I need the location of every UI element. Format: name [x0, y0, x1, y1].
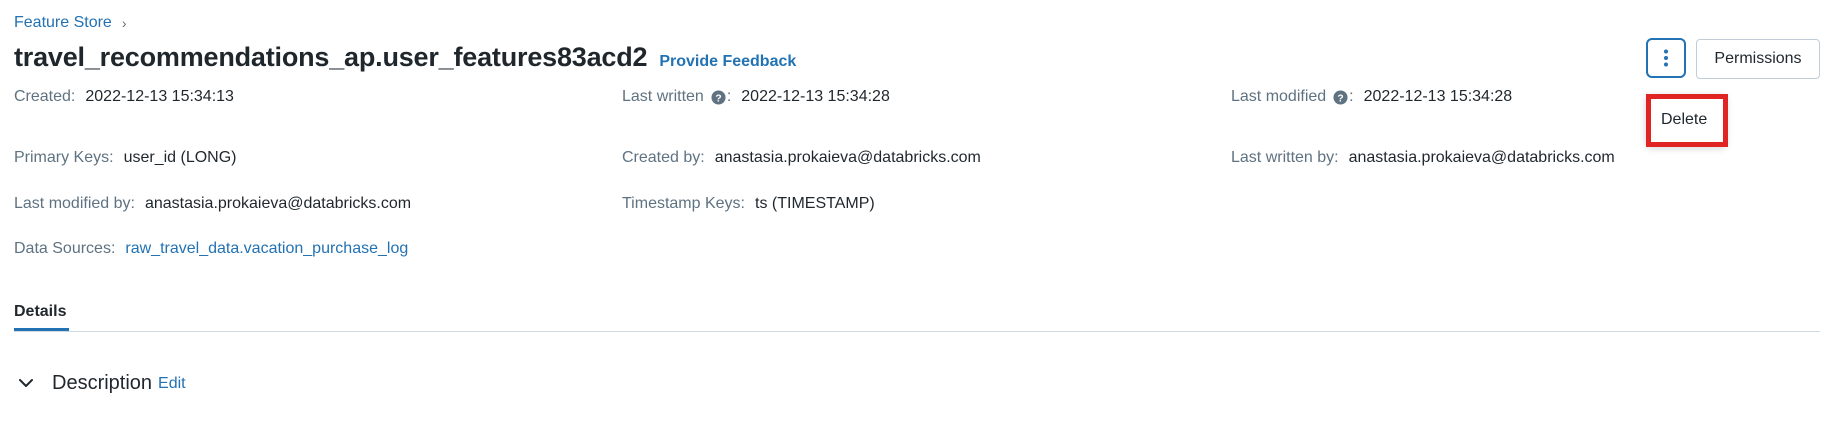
- timestamp-keys-value: ts (TIMESTAMP): [755, 195, 875, 212]
- last-written-label: Last written: [622, 88, 704, 105]
- last-written-by-value: anastasia.prokaieva@databricks.com: [1348, 149, 1615, 166]
- timestamp-keys-field: Timestamp Keys: ts (TIMESTAMP): [622, 195, 875, 213]
- chevron-down-icon[interactable]: [18, 375, 34, 393]
- breadcrumb: Feature Store ›: [14, 14, 127, 32]
- last-modified-label: Last modified: [1231, 88, 1327, 105]
- created-by-label: Created by:: [622, 149, 705, 166]
- created-value: 2022-12-13 15:34:13: [85, 88, 234, 105]
- created-field: Created: 2022-12-13 15:34:13: [14, 88, 234, 106]
- last-modified-by-value: anastasia.prokaieva@databricks.com: [144, 195, 412, 212]
- title-row: travel_recommendations_ap.user_features8…: [14, 42, 796, 73]
- data-source-link[interactable]: raw_travel_data.vacation_purchase_log: [125, 240, 408, 258]
- permissions-button[interactable]: Permissions: [1696, 39, 1820, 79]
- edit-description-link[interactable]: Edit: [158, 375, 186, 393]
- created-by-value: anastasia.prokaieva@databricks.com: [714, 149, 981, 166]
- more-actions-button[interactable]: [1646, 38, 1686, 78]
- last-written-by-label: Last written by:: [1231, 149, 1339, 166]
- question-circle-icon[interactable]: ?: [711, 89, 726, 105]
- primary-keys-field: Primary Keys: user_id (LONG): [14, 149, 237, 167]
- delete-menu-item[interactable]: Delete: [1661, 111, 1707, 129]
- last-modified-value: 2022-12-13 15:34:28: [1363, 88, 1513, 105]
- breadcrumb-separator-icon: ›: [121, 15, 127, 31]
- svg-text:?: ?: [1338, 93, 1344, 104]
- last-written-field: Last written ? : 2022-12-13 15:34:28: [622, 88, 890, 106]
- primary-keys-label: Primary Keys:: [14, 149, 114, 166]
- last-written-value: 2022-12-13 15:34:28: [741, 88, 890, 105]
- page-title: travel_recommendations_ap.user_features8…: [14, 42, 648, 72]
- last-modified-by-field: Last modified by: anastasia.prokaieva@da…: [14, 195, 411, 213]
- tab-divider: [14, 331, 1820, 332]
- last-written-by-field: Last written by: anastasia.prokaieva@dat…: [1231, 149, 1615, 167]
- timestamp-keys-label: Timestamp Keys:: [622, 195, 745, 212]
- last-modified-field: Last modified ? : 2022-12-13 15:34:28: [1231, 88, 1512, 106]
- created-label: Created:: [14, 88, 76, 105]
- data-sources-field: Data Sources: raw_travel_data.vacation_p…: [14, 240, 408, 258]
- description-section-header: Description Edit: [18, 372, 186, 395]
- colon: :: [726, 88, 732, 105]
- kebab-vertical-icon: [1664, 49, 1668, 67]
- colon: :: [1349, 88, 1354, 105]
- breadcrumb-feature-store-link[interactable]: Feature Store: [14, 14, 112, 32]
- svg-text:?: ?: [715, 93, 721, 104]
- question-circle-icon[interactable]: ?: [1333, 89, 1348, 105]
- description-title: Description: [52, 372, 153, 394]
- created-by-field: Created by: anastasia.prokaieva@databric…: [622, 149, 981, 167]
- primary-keys-value: user_id (LONG): [123, 149, 237, 166]
- more-actions-menu: Delete: [1646, 94, 1726, 146]
- data-sources-label: Data Sources:: [14, 240, 116, 257]
- provide-feedback-link[interactable]: Provide Feedback: [659, 53, 796, 71]
- last-modified-by-label: Last modified by:: [14, 195, 135, 212]
- tab-details[interactable]: Details: [14, 303, 66, 321]
